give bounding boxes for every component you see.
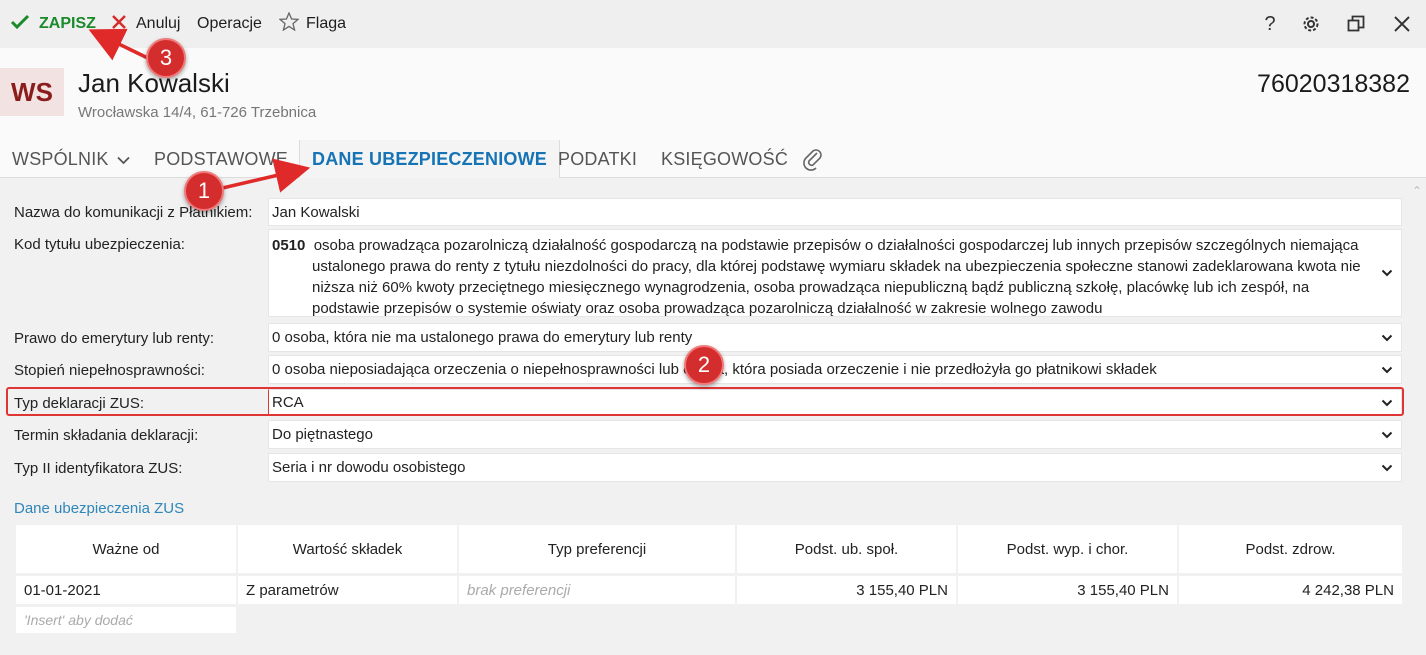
column-header[interactable]: Podst. wyp. i chor. — [958, 525, 1177, 573]
communication-name-field[interactable]: Jan Kowalski — [268, 198, 1402, 226]
table-cell[interactable]: 4 242,38 PLN — [1179, 576, 1402, 604]
insurance-code-description: osoba prowadząca pozarolniczą działalnoś… — [312, 237, 1361, 317]
pension-label: Prawo do emerytury lub renty: — [14, 330, 215, 347]
record-header: WS Jan Kowalski Wrocławska 14/4, 61-726 … — [0, 48, 1426, 140]
declaration-type-label: Typ deklaracji ZUS: — [14, 395, 145, 412]
deadline-label: Termin składania deklaracji: — [14, 427, 199, 444]
declaration-type-select[interactable]: RCA — [268, 389, 1402, 416]
insert-row-hint[interactable]: 'Insert' aby dodać — [16, 607, 236, 633]
id-type-select[interactable]: Seria i nr dowodu osobistego — [268, 453, 1402, 482]
column-header[interactable]: Ważne od — [16, 525, 236, 573]
table-cell[interactable]: 3 155,40 PLN — [958, 576, 1177, 604]
tab-podatki[interactable]: PODATKI — [558, 140, 637, 178]
cancel-label: Anuluj — [136, 15, 181, 32]
column-header[interactable]: Podst. zdrow. — [1179, 525, 1402, 573]
disability-select[interactable]: 0 osoba nieposiadająca orzeczenia o niep… — [268, 355, 1402, 384]
operations-label: Operacje — [197, 15, 262, 32]
id-type-label: Typ II identyfikatora ZUS: — [14, 460, 183, 477]
person-address: Wrocławska 14/4, 61-726 Trzebnica — [78, 104, 317, 121]
annotation-badge-3: 3 — [146, 38, 186, 78]
scroll-up-icon[interactable]: ⌃ — [1412, 184, 1422, 198]
tab-bar: WSPÓLNIK PODSTAWOWE DANE UBEZPIECZENIOWE… — [0, 140, 1426, 178]
column-header[interactable]: Podst. ub. społ. — [737, 525, 956, 573]
insurance-code-select[interactable]: 0510 osoba prowadząca pozarolniczą dział… — [268, 229, 1402, 317]
table-cell[interactable]: brak preferencji — [459, 576, 735, 604]
operations-button[interactable]: Operacje — [197, 0, 262, 48]
disability-label: Stopień niepełnosprawności: — [14, 362, 205, 379]
toolbar: ZAPISZ Anuluj Operacje Flaga ? — [0, 0, 1426, 48]
declaration-type-value: RCA — [272, 394, 304, 411]
chevron-down-icon — [1381, 324, 1393, 351]
table-cell[interactable]: 01-01-2021 — [16, 576, 236, 604]
chevron-down-icon — [1381, 421, 1393, 448]
close-window-icon[interactable] — [1384, 0, 1420, 48]
chevron-down-icon — [1381, 390, 1393, 415]
pension-select[interactable]: 0 osoba, która nie ma ustalonego prawa d… — [268, 323, 1402, 352]
deadline-value: Do piętnastego — [272, 426, 373, 443]
save-label: ZAPISZ — [39, 15, 96, 32]
save-button[interactable]: ZAPISZ — [9, 0, 96, 48]
insurance-code-label: Kod tytułu ubezpieczenia: — [14, 236, 185, 253]
help-icon[interactable]: ? — [1252, 0, 1288, 48]
chevron-down-icon — [116, 149, 130, 170]
star-icon — [278, 11, 300, 36]
tab-wspolnik-label: WSPÓLNIK — [12, 148, 109, 169]
communication-name-label: Nazwa do komunikacji z Płatnikiem: — [14, 204, 253, 221]
tab-dane-ubezpieczeniowe[interactable]: DANE UBEZPIECZENIOWE — [299, 140, 561, 178]
avatar: WS — [0, 68, 64, 116]
deadline-select[interactable]: Do piętnastego — [268, 420, 1402, 449]
flag-label: Flaga — [306, 15, 347, 32]
tab-wspolnik[interactable]: WSPÓLNIK — [12, 140, 130, 178]
gear-icon[interactable] — [1293, 0, 1329, 48]
tab-podstawowe[interactable]: PODSTAWOWE — [154, 140, 288, 178]
pension-value: 0 osoba, która nie ma ustalonego prawa d… — [272, 329, 693, 346]
communication-name-value: Jan Kowalski — [272, 203, 360, 221]
form-area: ⌃ Nazwa do komunikacji z Płatnikiem: Jan… — [0, 178, 1426, 655]
insurance-code-number: 0510 — [272, 237, 306, 254]
tab-ksiegowosc[interactable]: KSIĘGOWOŚĆ — [661, 140, 788, 178]
chevron-down-icon — [1381, 454, 1393, 481]
check-icon — [9, 14, 31, 35]
column-header[interactable]: Wartość składek — [238, 525, 457, 573]
table-cell[interactable]: 3 155,40 PLN — [737, 576, 956, 604]
close-x-icon — [108, 14, 130, 35]
id-type-value: Seria i nr dowodu osobistego — [272, 459, 466, 476]
zus-insurance-section-link[interactable]: Dane ubezpieczenia ZUS — [14, 500, 184, 517]
table-cell[interactable]: Z parametrów — [238, 576, 457, 604]
annotation-badge-2: 2 — [684, 345, 724, 385]
chevron-down-icon — [1381, 356, 1393, 383]
insurance-code-text: 0510 osoba prowadząca pozarolniczą dział… — [272, 235, 1367, 319]
person-id-number: 76020318382 — [1257, 70, 1410, 98]
annotation-badge-1: 1 — [184, 171, 224, 211]
flag-button[interactable]: Flaga — [278, 0, 346, 48]
column-header[interactable]: Typ preferencji — [459, 525, 735, 573]
restore-window-icon[interactable] — [1338, 0, 1374, 48]
attachment-icon[interactable] — [802, 140, 824, 178]
chevron-down-icon — [1381, 230, 1393, 316]
